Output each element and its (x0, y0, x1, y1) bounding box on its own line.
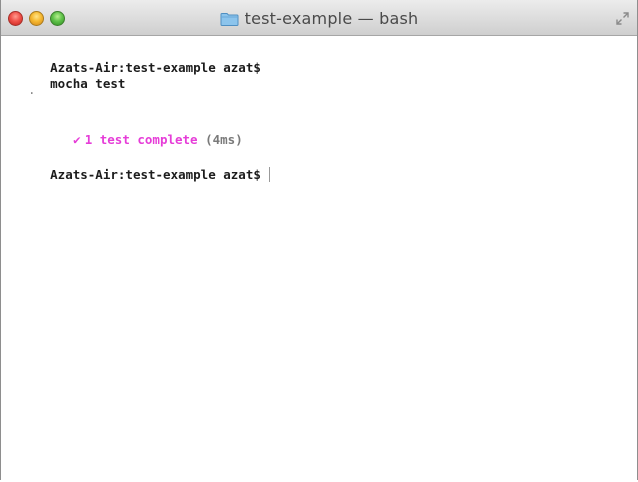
prompt-line: Azats-Air:test-example azat$ (5, 151, 270, 199)
shell-prompt: Azats-Air:test-example azat$ (50, 60, 261, 75)
fullscreen-icon[interactable] (616, 12, 629, 25)
window-title-area: test-example — bash (1, 0, 637, 36)
title-bar[interactable]: test-example — bash (1, 0, 637, 36)
progress-dot: . (28, 82, 36, 97)
folder-icon (220, 13, 239, 26)
terminal-output[interactable]: Azats-Air:test-example azat$ mocha test … (1, 36, 637, 480)
command-line: Azats-Air:test-example azat$ mocha test (5, 44, 261, 108)
command-text: mocha test (50, 76, 126, 91)
text-cursor (268, 167, 270, 182)
check-icon: ✔ (73, 132, 81, 147)
test-duration: (4ms) (205, 132, 243, 147)
terminal-window: test-example — bash Azats-Air:test-examp… (0, 0, 638, 480)
shell-prompt-current: Azats-Air:test-example azat$ (50, 167, 261, 182)
window-title: test-example — bash (244, 8, 419, 28)
test-result-text: 1 test complete (84, 132, 198, 147)
